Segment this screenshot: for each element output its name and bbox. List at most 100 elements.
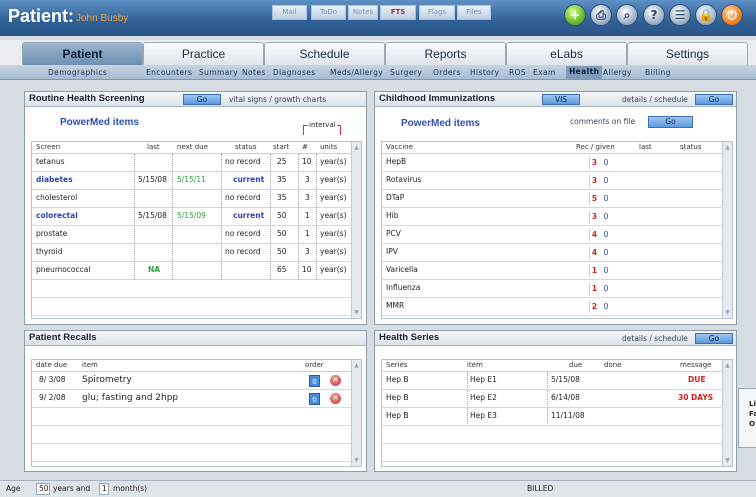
table-row[interactable]: PCV 4 0 — [382, 226, 732, 244]
order-button[interactable]: 0 — [309, 393, 320, 405]
screen-last: NA — [148, 265, 161, 274]
side-popup-line-2: Fa — [749, 410, 756, 418]
subnav-demographics[interactable]: Demographics — [48, 68, 107, 77]
empty-row — [32, 408, 361, 426]
table-row[interactable]: 8/ 3/08 Spirometry 0 ✕ — [32, 372, 361, 390]
tab-elabs[interactable]: eLabs — [506, 42, 627, 65]
tab-practice[interactable]: Practice — [143, 42, 264, 65]
table-row[interactable]: cholesterol no record 35 3 year(s) — [32, 190, 361, 208]
col-header-item: item — [467, 361, 483, 369]
col-header-last: last — [147, 143, 160, 151]
files-button[interactable]: Files — [457, 5, 491, 20]
subnav-meds-allergy[interactable]: Meds/Allergy — [330, 68, 383, 77]
screen-num: 1 — [305, 211, 310, 220]
list-icon[interactable]: ☰ — [669, 4, 691, 26]
order-button[interactable]: 0 — [309, 375, 320, 387]
subnav-surgery[interactable]: Surgery — [390, 68, 422, 77]
subnav-encounters[interactable]: Encounters — [146, 68, 192, 77]
flags-button[interactable]: Flags — [419, 5, 455, 20]
screen-num: 3 — [305, 193, 310, 202]
todo-button[interactable]: ToDo — [311, 5, 346, 20]
subnav-notes[interactable]: Notes — [242, 68, 266, 77]
immunizations-scrollbar[interactable]: ▲ ▼ — [722, 142, 732, 318]
screen-units: year(s) — [320, 211, 347, 220]
subnav-history[interactable]: History — [470, 68, 499, 77]
immunizations-go-button[interactable]: Go — [695, 94, 733, 105]
empty-row — [382, 444, 732, 462]
tab-reports[interactable]: Reports — [385, 42, 506, 65]
subnav-allergy[interactable]: Allergy — [603, 68, 632, 77]
table-row[interactable]: thyroid no record 50 3 year(s) — [32, 244, 361, 262]
table-row[interactable]: Rotavirus 3 0 — [382, 172, 732, 190]
table-row[interactable]: Varicella 1 0 — [382, 262, 732, 280]
tab-patient[interactable]: Patient — [22, 42, 143, 65]
scroll-down-icon[interactable]: ▼ — [353, 309, 360, 316]
table-row[interactable]: Hep B Hep E2 6/14/08 30 DAYS — [382, 390, 732, 408]
subnav-orders[interactable]: Orders — [433, 68, 461, 77]
table-row[interactable]: tetanus no record 25 10 year(s) — [32, 154, 361, 172]
subnav-ros[interactable]: ROS — [509, 68, 526, 77]
table-row[interactable]: Hib 3 0 — [382, 208, 732, 226]
mail-button[interactable]: Mail — [272, 5, 307, 20]
comments-go-button[interactable]: Go — [648, 116, 693, 128]
scroll-down-icon[interactable]: ▼ — [724, 457, 731, 464]
table-row[interactable]: Hep B Hep E1 5/15/08 DUE — [382, 372, 732, 390]
subnav-billing[interactable]: Billing — [645, 68, 671, 77]
help-icon[interactable]: ? — [643, 4, 665, 26]
tab-schedule[interactable]: Schedule — [264, 42, 385, 65]
table-row[interactable]: DTaP 5 0 — [382, 190, 732, 208]
recalls-grid: date due item order 8/ 3/08 Spirometry 0 ✕ 9… — [31, 359, 362, 467]
table-row[interactable]: HepB 3 0 — [382, 154, 732, 172]
table-row[interactable]: MMR 2 0 — [382, 298, 732, 316]
series-item: Hep E2 — [467, 390, 497, 406]
scroll-down-icon[interactable]: ▼ — [724, 309, 731, 316]
screen-status: no record — [225, 157, 261, 166]
subnav-diagnoses[interactable]: Diagnoses — [273, 68, 316, 77]
notes-button[interactable]: Notes — [348, 5, 378, 20]
vaccine-given: 0 — [603, 284, 609, 293]
print-icon[interactable]: ⎙ — [590, 4, 612, 26]
subnav-exam[interactable]: Exam — [533, 68, 556, 77]
scroll-up-icon[interactable]: ▲ — [353, 362, 360, 369]
vaccine-recommended: 3 — [589, 157, 599, 169]
series-name: Hep B — [386, 375, 409, 384]
screen-units: year(s) — [320, 265, 347, 274]
table-row[interactable]: pneumococcal NA 65 10 year(s) — [32, 262, 361, 280]
table-row[interactable]: Hep B Hep E3 11/11/08 — [382, 408, 732, 426]
status-bar: Age 50 years and 1 month(s) BILLED — [0, 480, 756, 497]
table-row[interactable]: prostate no record 50 1 year(s) — [32, 226, 361, 244]
exit-icon[interactable]: ⏻ — [721, 4, 743, 26]
lock-icon[interactable]: 🔒 — [695, 4, 717, 26]
vital-signs-link[interactable]: vital signs / growth charts — [229, 95, 326, 104]
fts-button[interactable]: FTS — [380, 5, 416, 20]
subnav-health[interactable]: Health — [566, 66, 603, 79]
table-row[interactable]: IPV 4 0 — [382, 244, 732, 262]
details-schedule-link[interactable]: details / schedule — [622, 334, 688, 343]
delete-icon[interactable]: ✕ — [330, 375, 341, 386]
vis-button[interactable]: VIS — [542, 94, 580, 105]
vaccine-recommended: 4 — [589, 229, 599, 241]
recalls-scrollbar[interactable]: ▲ ▼ — [351, 360, 361, 466]
screen-num: 3 — [305, 247, 310, 256]
details-schedule-link[interactable]: details / schedule — [622, 95, 688, 104]
screening-scrollbar[interactable]: ▲ ▼ — [351, 142, 361, 318]
series-go-button[interactable]: Go — [695, 333, 733, 344]
series-scrollbar[interactable]: ▲ ▼ — [722, 360, 732, 466]
scroll-up-icon[interactable]: ▲ — [724, 144, 731, 151]
screen-units: year(s) — [320, 175, 347, 184]
plus-icon[interactable]: + — [564, 4, 586, 26]
screen-num: 10 — [302, 157, 312, 166]
screening-go-button[interactable]: Go — [183, 94, 221, 105]
search-icon[interactable]: ⌕ — [616, 4, 638, 26]
table-row[interactable]: diabetes 5/15/08 5/15/11 current 35 3 year(s) — [32, 172, 361, 190]
tab-settings[interactable]: Settings — [627, 42, 748, 65]
subnav-summary[interactable]: Summary — [199, 68, 238, 77]
scroll-down-icon[interactable]: ▼ — [353, 457, 360, 464]
delete-icon[interactable]: ✕ — [330, 393, 341, 404]
scroll-up-icon[interactable]: ▲ — [724, 362, 731, 369]
childhood-immunizations-panel: Childhood Immunizations VIS details / sc… — [374, 91, 737, 325]
table-row[interactable]: colorectal 5/15/08 5/15/09 current 50 1 year(s… — [32, 208, 361, 226]
table-row[interactable]: Influenza 1 0 — [382, 280, 732, 298]
table-row[interactable]: 9/ 2/08 glu; fasting and 2hpp 0 ✕ — [32, 390, 361, 408]
scroll-up-icon[interactable]: ▲ — [353, 144, 360, 151]
